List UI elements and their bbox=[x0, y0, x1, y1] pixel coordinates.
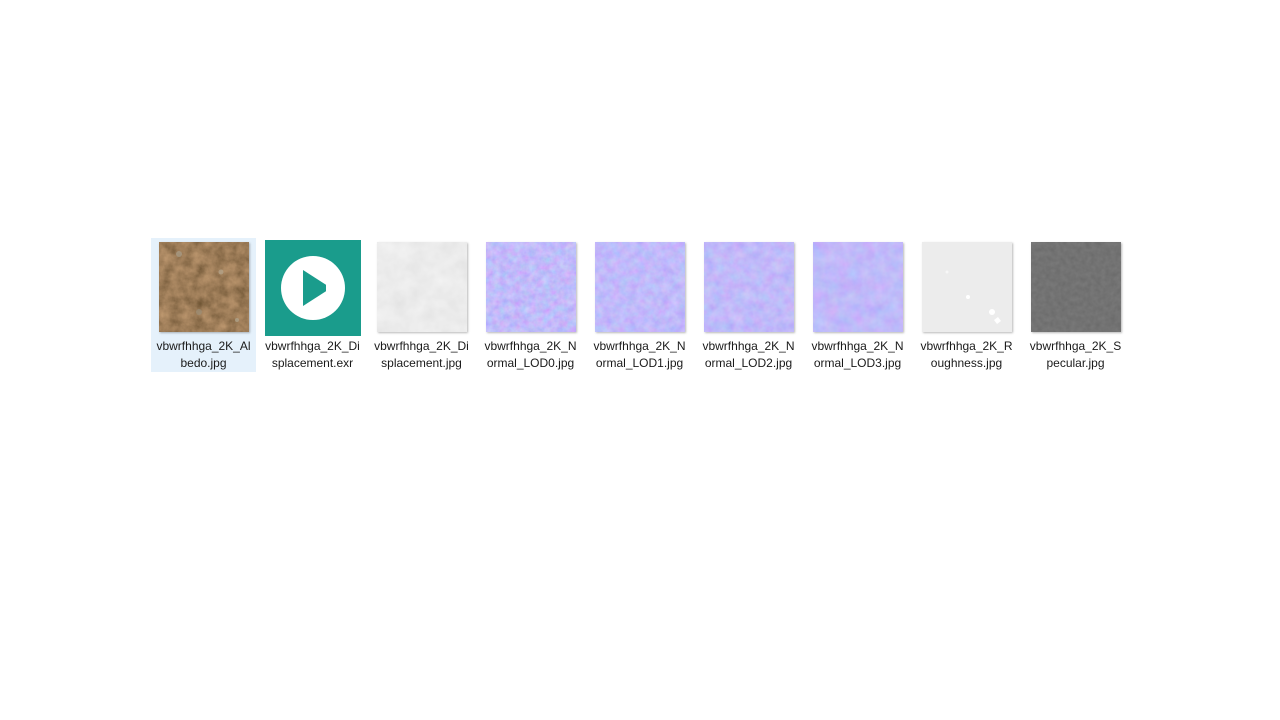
file-item-normal-lod3[interactable]: vbwrfhhga_2K_Normal_LOD3.jpg bbox=[805, 238, 910, 372]
file-item-normal-lod0[interactable]: vbwrfhhga_2K_Normal_LOD0.jpg bbox=[478, 238, 583, 372]
file-item-roughness[interactable]: vbwrfhhga_2K_Roughness.jpg bbox=[914, 238, 1019, 372]
file-name-label: vbwrfhhga_2K_Specular.jpg bbox=[1029, 339, 1122, 370]
normal-map-thumbnail-icon bbox=[703, 242, 794, 332]
file-name-label: vbwrfhhga_2K_Normal_LOD1.jpg bbox=[593, 339, 686, 370]
normal-map-thumbnail-icon bbox=[812, 242, 903, 332]
media-player-icon bbox=[264, 240, 361, 336]
file-item-displacement-exr[interactable]: vbwrfhhga_2K_Displacement.exr bbox=[260, 238, 365, 372]
roughness-thumbnail-icon bbox=[921, 242, 1012, 332]
file-name-label: vbwrfhhga_2K_Roughness.jpg bbox=[920, 339, 1013, 370]
file-name-label: vbwrfhhga_2K_Displacement.jpg bbox=[374, 339, 469, 370]
file-item-albedo[interactable]: vbwrfhhga_2K_Albedo.jpg bbox=[151, 238, 256, 372]
file-grid: vbwrfhhga_2K_Albedo.jpg vbwrfhhga_2K_Dis… bbox=[151, 238, 1128, 372]
file-name-label: vbwrfhhga_2K_Displacement.exr bbox=[265, 339, 360, 370]
displacement-thumbnail-icon bbox=[376, 242, 467, 332]
file-name-label: vbwrfhhga_2K_Normal_LOD2.jpg bbox=[702, 339, 795, 370]
file-name-label: vbwrfhhga_2K_Albedo.jpg bbox=[156, 339, 251, 370]
albedo-thumbnail-icon bbox=[158, 242, 249, 332]
file-explorer-view: vbwrfhhga_2K_Albedo.jpg vbwrfhhga_2K_Dis… bbox=[0, 0, 1280, 720]
file-item-normal-lod2[interactable]: vbwrfhhga_2K_Normal_LOD2.jpg bbox=[696, 238, 801, 372]
normal-map-thumbnail-icon bbox=[485, 242, 576, 332]
file-item-specular[interactable]: vbwrfhhga_2K_Specular.jpg bbox=[1023, 238, 1128, 372]
file-name-label: vbwrfhhga_2K_Normal_LOD0.jpg bbox=[484, 339, 577, 370]
specular-thumbnail-icon bbox=[1030, 242, 1121, 332]
file-name-label: vbwrfhhga_2K_Normal_LOD3.jpg bbox=[811, 339, 904, 370]
file-item-displacement-jpg[interactable]: vbwrfhhga_2K_Displacement.jpg bbox=[369, 238, 474, 372]
file-item-normal-lod1[interactable]: vbwrfhhga_2K_Normal_LOD1.jpg bbox=[587, 238, 692, 372]
normal-map-thumbnail-icon bbox=[594, 242, 685, 332]
